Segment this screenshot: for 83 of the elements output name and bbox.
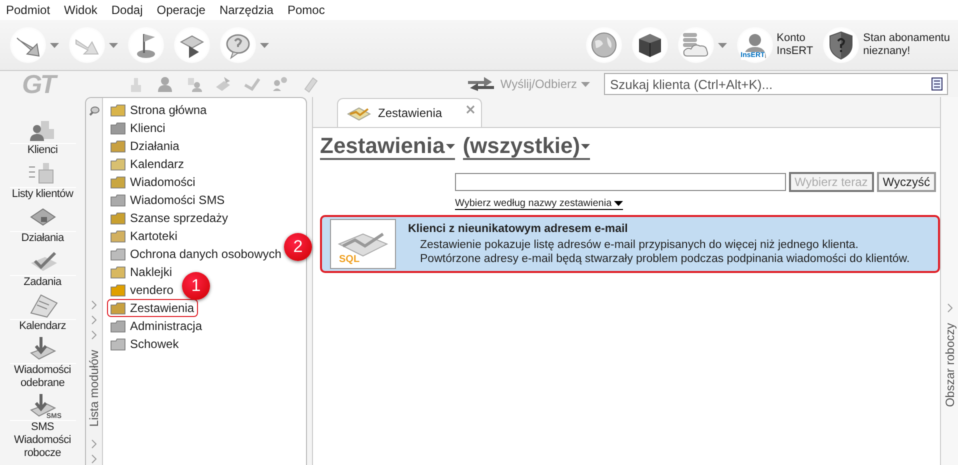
pin-icon[interactable] xyxy=(88,106,100,116)
caret-icon xyxy=(581,82,590,86)
caret-icon xyxy=(446,144,455,149)
nav-button[interactable]: Zadania xyxy=(2,247,82,289)
caret-icon xyxy=(614,201,623,206)
sort-link[interactable]: Wybierz według nazwy zestawienia xyxy=(455,198,623,210)
check-icon xyxy=(243,75,261,93)
toolbar-button[interactable] xyxy=(632,27,668,63)
toolbar-button[interactable] xyxy=(174,27,210,63)
person-icon xyxy=(156,75,174,93)
menu-item[interactable]: Dodaj xyxy=(111,3,143,17)
nav-button[interactable]: Działania xyxy=(2,203,82,245)
subscription-label[interactable]: nieznany! xyxy=(863,45,950,58)
menu-item[interactable]: Podmiot xyxy=(6,3,50,17)
account-label[interactable]: Konto xyxy=(776,32,814,45)
module-item[interactable]: Zestawienia xyxy=(107,299,198,317)
list-icon[interactable] xyxy=(931,77,943,91)
folder-icon xyxy=(110,319,126,333)
nav-button[interactable]: Kalendarz xyxy=(2,291,82,333)
folder-icon xyxy=(110,157,126,171)
module-item[interactable]: Strona główna xyxy=(107,101,211,119)
panel-title: Obszar roboczy xyxy=(942,323,956,408)
panel-title: Lista modułów xyxy=(87,350,101,427)
folder-icon xyxy=(110,193,126,207)
caret-icon[interactable] xyxy=(260,42,269,48)
folder-icon xyxy=(110,121,126,135)
folder-icon xyxy=(110,229,126,243)
caret-icon[interactable] xyxy=(718,42,727,48)
toolbar-button[interactable] xyxy=(10,27,46,63)
module-item[interactable]: Ochrona danych osobowych xyxy=(107,245,286,263)
nav-button[interactable]: Listy klientów xyxy=(2,159,82,201)
caret-icon[interactable] xyxy=(50,42,59,48)
title-dropdown[interactable]: Zestawienia xyxy=(320,134,455,160)
module-item[interactable]: Schowek xyxy=(107,335,183,353)
folder-icon xyxy=(110,265,126,279)
toolbar-button[interactable] xyxy=(128,27,164,63)
people-icon xyxy=(272,75,290,93)
close-icon[interactable] xyxy=(466,105,476,114)
caret-icon xyxy=(581,144,590,149)
chevron-icon[interactable] xyxy=(90,438,98,449)
folder-icon xyxy=(110,103,126,117)
clear-button[interactable]: Wyczyść xyxy=(876,172,936,192)
module-item[interactable]: Kartoteki xyxy=(107,227,182,245)
sql-label: SQL xyxy=(339,254,360,265)
module-item[interactable]: vendero xyxy=(107,281,178,299)
module-item[interactable]: Szanse sprzedaży xyxy=(107,209,232,227)
filter-dropdown[interactable]: (wszystkie) xyxy=(462,134,590,160)
module-item[interactable]: Klienci xyxy=(107,119,170,137)
module-item[interactable]: Działania xyxy=(107,137,184,155)
nav-button[interactable]: Klienci xyxy=(2,115,82,157)
folder-icon xyxy=(110,283,126,297)
module-item[interactable]: Kalendarz xyxy=(107,155,188,173)
logo: GT xyxy=(22,68,58,100)
tab[interactable]: Zestawienia xyxy=(337,98,482,127)
search-field[interactable]: Szukaj klienta (Ctrl+Alt+K)... xyxy=(604,73,948,95)
folder-icon xyxy=(110,211,126,225)
module-item[interactable]: Administracja xyxy=(107,317,206,335)
account-label[interactable]: InsERT xyxy=(776,45,814,58)
menu-item[interactable]: Operacje xyxy=(156,3,206,17)
report-row[interactable] xyxy=(320,215,940,273)
report-description: Powtórzone adresy e-mail będą stwarzały problem podczas podpinania wiadomości do klientów. xyxy=(419,252,910,266)
report-title: Klienci z nieunikatowym adresem e-mail xyxy=(408,222,629,234)
subscription-label[interactable]: Stan abonamentu xyxy=(863,32,950,45)
nav-button[interactable]: Wiadomości odebrane xyxy=(2,335,82,390)
folder-icon xyxy=(110,301,126,315)
folder-icon xyxy=(110,337,126,351)
module-item[interactable]: Naklejki xyxy=(107,263,176,281)
module-item[interactable]: Wiadomości xyxy=(107,173,200,191)
people-icon xyxy=(185,75,203,93)
filter-field[interactable] xyxy=(455,173,786,191)
caret-icon[interactable] xyxy=(109,42,118,48)
folder-icon xyxy=(110,175,126,189)
menu-item[interactable]: Pomoc xyxy=(287,3,325,17)
arrows-icon xyxy=(466,76,496,92)
chevron-icon[interactable] xyxy=(946,303,954,313)
menu-item[interactable]: Narzędzia xyxy=(219,3,274,17)
report-description: Zestawienie pokazuje listę adresów e-mail przypisanych do więcej niż jednego klienta. xyxy=(419,238,860,252)
folder-icon xyxy=(110,139,126,153)
menu-item[interactable]: Widok xyxy=(64,3,98,17)
module-item[interactable]: Wiadomości SMS xyxy=(107,191,229,209)
subscription-button[interactable] xyxy=(823,27,860,63)
folder-icon xyxy=(110,247,126,261)
chevron-icon[interactable] xyxy=(90,454,98,464)
